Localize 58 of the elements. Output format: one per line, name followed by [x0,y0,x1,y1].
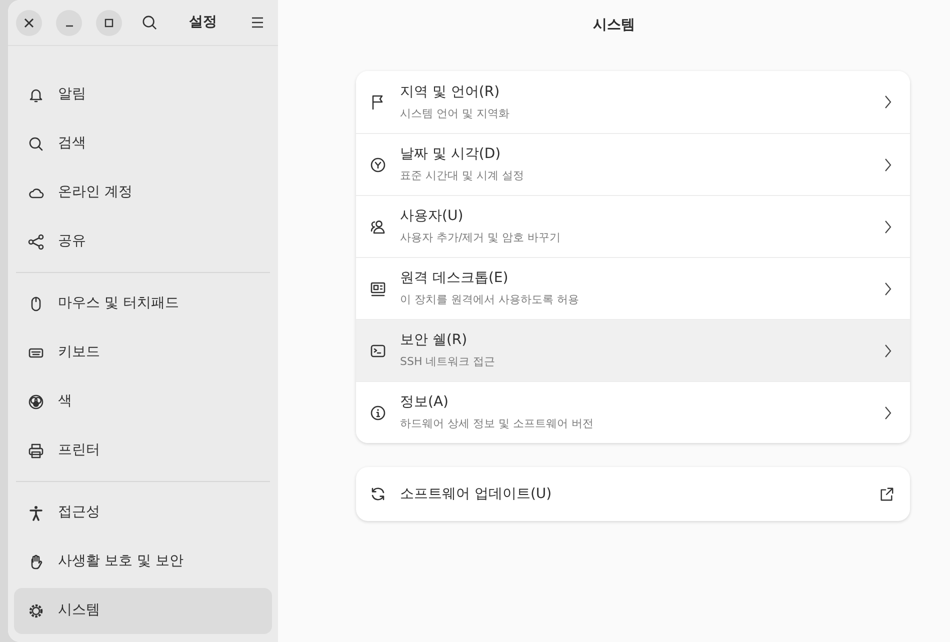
row-title: 지역 및 언어(R) [400,82,501,102]
printer-icon [28,442,44,458]
sidebar-item[interactable]: 검색 [14,120,272,166]
sidebar-title: 설정 [188,13,218,32]
sidebar-item[interactable]: 알림 [14,72,272,118]
search-icon [142,15,156,30]
settings-row[interactable]: 보안 쉘(R) SSH 네트워크 접근 [356,319,910,381]
info-icon [370,404,386,420]
share-icon [28,234,44,250]
bell-icon [28,86,44,102]
clock-icon [370,156,386,172]
settings-row[interactable]: 원격 데스크톱(E) 이 장치를 원격에서 사용하도록 허용 [356,257,910,319]
row-title: 날짜 및 시각(D) [400,145,502,164]
row-subtitle: 사용자 추가/제거 및 암호 바꾸기 [400,230,562,246]
page-title: 시스템 [593,16,635,34]
search-icon [28,136,44,152]
chevron-right-icon [884,282,892,296]
sidebar-item[interactable]: 온라인 계정 [14,170,272,216]
chevron-right-icon [884,344,892,358]
maximize-button[interactable] [96,10,122,36]
chevron-right-icon [884,220,892,234]
maximize-icon [104,18,114,28]
settings-row[interactable]: 정보(A) 하드웨어 상세 정보 및 소프트웨어 버전 [356,381,910,443]
settings-row[interactable]: 사용자(U) 사용자 추가/제거 및 암호 바꾸기 [356,195,910,257]
chevron-right-icon [884,158,892,172]
terminal-icon [370,342,386,358]
row-subtitle: 시스템 언어 및 지역화 [400,106,510,122]
row-title: 보안 쉘(R) [400,331,468,350]
row-subtitle: 이 장치를 원격에서 사용하도록 허용 [400,292,580,308]
settings-row[interactable]: 날짜 및 시각(D) 표준 시간대 및 시계 설정 [356,133,910,195]
update-row[interactable]: 소프트웨어 업데이트(U) [356,467,910,521]
row-title: 원격 데스크톱(E) [400,269,510,288]
sidebar-item[interactable]: 색 [14,378,272,424]
sidebar-item[interactable]: 시스템 [14,588,272,634]
chevron-right-icon [884,95,892,109]
row-title: 정보(A) [400,393,450,412]
minimize-icon [66,24,72,26]
row-subtitle: SSH 네트워크 접근 [400,354,496,370]
settings-row[interactable]: 지역 및 언어(R) 시스템 언어 및 지역화 [356,71,910,133]
remote-desktop-icon [370,280,386,296]
accessibility-icon [28,504,44,520]
users-icon [370,218,386,234]
row-title: 사용자(U) [400,207,464,226]
close-icon [24,18,34,28]
row-subtitle: 하드웨어 상세 정보 및 소프트웨어 버전 [400,416,594,432]
close-button[interactable] [16,10,42,36]
refresh-icon [370,486,386,502]
color-wheel-icon [28,394,44,410]
sidebar-item[interactable]: 공유 [14,218,272,264]
sidebar-item[interactable]: 프린터 [14,428,272,474]
sidebar-item[interactable]: 마우스 및 터치패드 [14,280,272,326]
menu-icon [250,17,264,28]
sidebar-item[interactable]: 키보드 [14,330,272,376]
sidebar-item[interactable]: 사생활 보호 및 보안 [14,538,272,584]
sidebar-item[interactable]: 접근성 [14,490,272,536]
external-link-icon [879,486,894,502]
row-subtitle: 표준 시간대 및 시계 설정 [400,168,525,184]
chevron-right-icon [884,406,892,420]
